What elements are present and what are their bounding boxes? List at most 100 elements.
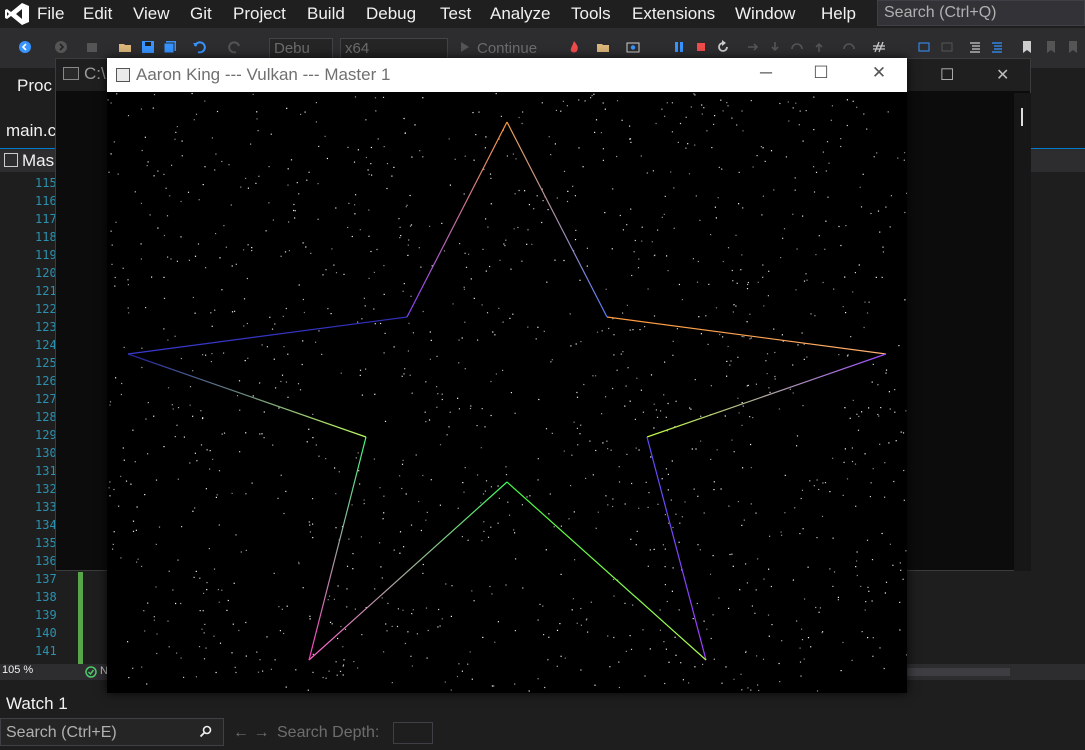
star-dot — [717, 197, 719, 199]
no-issues-icon[interactable] — [85, 666, 97, 678]
horizontal-scrollbar[interactable] — [906, 668, 1010, 676]
menu-build[interactable]: Build — [307, 4, 345, 24]
bookmark-icon[interactable] — [1020, 40, 1034, 54]
watch-search-nav[interactable]: ← → — [233, 724, 269, 742]
step-back-icon[interactable] — [842, 40, 856, 54]
open-icon[interactable] — [118, 40, 132, 54]
vulkan-titlebar[interactable]: Aaron King --- Vulkan --- Master 1 ─ ☐ ✕ — [107, 58, 907, 92]
star-dot — [441, 393, 443, 395]
search-depth-combo[interactable] — [393, 722, 433, 744]
render-surface[interactable] — [107, 92, 907, 692]
star-dot — [660, 410, 662, 412]
watch-title[interactable]: Watch 1 — [6, 694, 68, 714]
menu-help[interactable]: Help — [821, 4, 856, 24]
star-dot — [749, 338, 751, 340]
star-dot — [518, 189, 520, 192]
star-dot — [613, 334, 615, 336]
console-scrollbar[interactable] — [1014, 93, 1031, 571]
toolbar-icon-b[interactable] — [940, 40, 954, 54]
star-dot — [673, 227, 675, 229]
stop-icon[interactable] — [694, 40, 708, 54]
star-dot — [357, 149, 359, 151]
star-dot — [866, 128, 868, 130]
star-dot — [357, 321, 359, 323]
pause-icon[interactable] — [672, 40, 686, 54]
vs-logo-icon[interactable] — [4, 2, 30, 26]
uncomment-icon[interactable] — [990, 40, 1004, 54]
menu-analyze[interactable]: Analyze — [490, 4, 550, 24]
step-into-icon[interactable] — [768, 40, 782, 54]
star-dot — [801, 639, 804, 641]
screenshot-icon[interactable] — [626, 40, 640, 54]
star-dot — [191, 92, 193, 95]
console-close-button[interactable]: ✕ — [996, 65, 1009, 85]
comment-icon[interactable] — [968, 40, 982, 54]
save-icon[interactable] — [141, 40, 155, 54]
vulkan-window[interactable]: Aaron King --- Vulkan --- Master 1 ─ ☐ ✕ — [107, 58, 907, 693]
star-dot — [471, 678, 473, 680]
menu-extensions[interactable]: Extensions — [632, 4, 715, 24]
menu-file[interactable]: File — [37, 4, 64, 24]
continue-button[interactable]: Continue — [477, 40, 537, 57]
search-icon[interactable] — [199, 725, 213, 739]
new-project-icon[interactable] — [85, 40, 99, 54]
step-out-icon[interactable] — [812, 40, 826, 54]
maximize-button[interactable]: ☐ — [798, 63, 844, 87]
star-dot — [885, 369, 888, 371]
menu-edit[interactable]: Edit — [83, 4, 112, 24]
menu-window[interactable]: Window — [735, 4, 795, 24]
star-dot — [181, 155, 183, 157]
project-dropdown[interactable]: Mas — [22, 151, 54, 171]
close-button[interactable]: ✕ — [856, 63, 902, 87]
star-dot — [221, 160, 223, 163]
star-dot — [639, 329, 641, 331]
star-dot — [766, 353, 769, 355]
star-dot — [741, 254, 743, 256]
star-dot — [882, 246, 884, 248]
tab-main-c[interactable]: main.c — [0, 117, 60, 145]
forward-icon[interactable] — [54, 40, 68, 54]
star-dot — [682, 679, 684, 681]
folder-icon[interactable] — [596, 40, 610, 54]
star-dot — [580, 669, 582, 671]
menu-tools[interactable]: Tools — [571, 4, 611, 24]
restart-icon[interactable] — [716, 40, 730, 54]
step-over-icon[interactable] — [790, 40, 804, 54]
menu-test[interactable]: Test — [440, 4, 471, 24]
star-dot — [214, 169, 216, 171]
star-dot — [277, 497, 279, 499]
hot-reload-icon[interactable] — [567, 40, 581, 54]
undo-icon[interactable] — [192, 40, 206, 54]
bookmark-prev-icon[interactable] — [1044, 40, 1058, 54]
star-dot — [864, 609, 866, 611]
star-dot — [806, 279, 808, 281]
star-dot — [361, 634, 363, 636]
bookmark-next-icon[interactable] — [1066, 40, 1080, 54]
platform-combo[interactable]: x64 — [340, 38, 448, 60]
watch-search-input[interactable]: Search (Ctrl+E) — [0, 718, 224, 746]
continue-icon[interactable] — [458, 40, 472, 54]
star-dot — [430, 339, 432, 341]
console-maximize-button[interactable]: ☐ — [940, 65, 954, 85]
star-dot — [887, 111, 889, 113]
save-all-icon[interactable] — [163, 40, 177, 54]
star-dot — [280, 474, 282, 476]
redo-icon[interactable] — [228, 40, 242, 54]
config-combo[interactable]: Debu — [269, 38, 333, 60]
menu-view[interactable]: View — [133, 4, 170, 24]
line-number: 121 — [35, 284, 57, 298]
threads-icon[interactable] — [872, 40, 886, 54]
menu-git[interactable]: Git — [190, 4, 212, 24]
zoom-combo[interactable]: 105 % — [2, 664, 33, 676]
search-input[interactable]: Search (Ctrl+Q) — [877, 0, 1085, 26]
toolbar-icon-a[interactable] — [917, 40, 931, 54]
show-next-statement-icon[interactable] — [746, 40, 760, 54]
star-dot — [228, 164, 230, 166]
star-dot — [792, 107, 794, 109]
back-icon[interactable] — [18, 40, 32, 54]
console-scroll-thumb[interactable] — [1021, 108, 1023, 126]
minimize-button[interactable]: ─ — [743, 63, 789, 87]
menu-project[interactable]: Project — [233, 4, 286, 24]
menu-debug[interactable]: Debug — [366, 4, 416, 24]
star-dot — [266, 346, 268, 348]
